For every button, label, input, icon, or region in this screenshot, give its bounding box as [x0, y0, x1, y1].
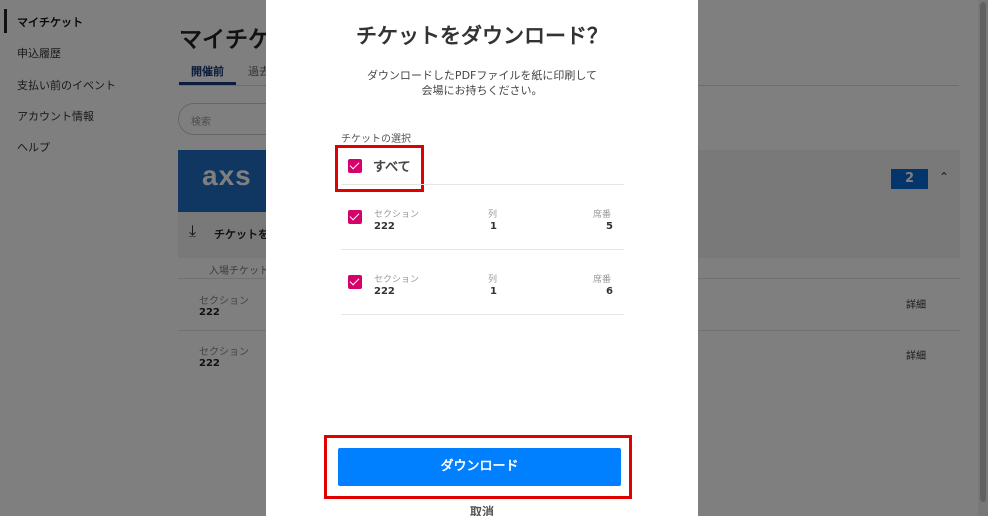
download-highlight	[324, 435, 632, 499]
row-value: 1	[490, 221, 497, 232]
section-label: セクション	[374, 210, 420, 220]
cancel-button[interactable]: 取消	[266, 503, 698, 516]
section-value: 222	[374, 221, 395, 232]
modal-title: チケットをダウンロード？	[356, 24, 608, 48]
seat-value: 5	[606, 221, 613, 232]
seat-label: 席番	[593, 275, 612, 285]
row-label: 列	[488, 210, 498, 220]
section-value: 222	[374, 286, 395, 297]
ticket-checkbox[interactable]	[348, 210, 362, 224]
seat-value: 6	[606, 286, 613, 297]
seat-label: 席番	[593, 210, 612, 220]
download-modal: チケットをダウンロード？ ダウンロードしたPDFファイルを紙に印刷して会場にお持…	[266, 0, 698, 516]
ticket-checkbox[interactable]	[348, 275, 362, 289]
ticket-select-label: チケットの選択	[341, 134, 411, 145]
row-value: 1	[490, 286, 497, 297]
row-label: 列	[488, 275, 498, 285]
divider	[341, 249, 624, 250]
divider	[341, 314, 624, 315]
modal-description: ダウンロードしたPDFファイルを紙に印刷して会場にお持ちください。	[366, 69, 598, 97]
section-label: セクション	[374, 275, 420, 285]
divider	[341, 184, 624, 185]
